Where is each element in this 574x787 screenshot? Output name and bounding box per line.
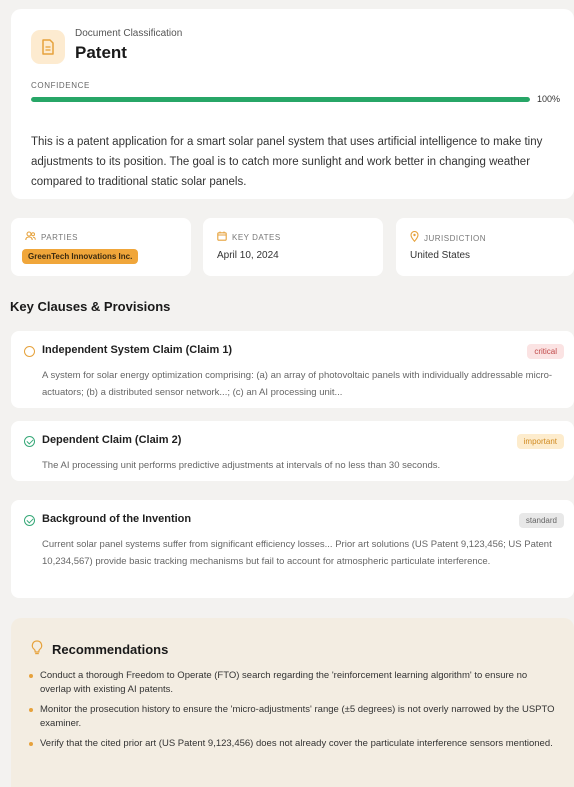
jurisdiction-value: United States bbox=[410, 250, 471, 261]
clause-title: Independent System Claim (Claim 1) bbox=[42, 344, 233, 356]
jurisdiction-card: JURISDICTION United States bbox=[396, 218, 574, 276]
parties-card: PARTIES GreenTech Innovations Inc. bbox=[11, 218, 191, 276]
key-dates-label: KEY DATES bbox=[232, 233, 281, 242]
jurisdiction-header: JURISDICTION bbox=[410, 230, 486, 245]
parties-label: PARTIES bbox=[41, 233, 78, 242]
classification-summary: This is a patent application for a smart… bbox=[31, 136, 543, 188]
clause-tag: standard bbox=[518, 513, 564, 528]
clause-title: Background of the Invention bbox=[42, 513, 192, 525]
classification-subtitle: Document Classification bbox=[75, 28, 183, 39]
recommendation-item: Conduct a thorough Freedom to Operate (F… bbox=[28, 669, 558, 697]
classification-card: Document Classification Patent CONFIDENC… bbox=[11, 9, 574, 199]
parties-header: PARTIES bbox=[25, 231, 78, 244]
clause-card[interactable]: Background of the Invention standard Cur… bbox=[11, 500, 574, 598]
key-date-value: April 10, 2024 bbox=[217, 250, 279, 261]
clauses-section-title: Key Clauses & Provisions bbox=[10, 299, 171, 314]
clause-tag: important bbox=[516, 434, 564, 449]
confidence-label: CONFIDENCE bbox=[31, 81, 90, 90]
confidence-value: 100% bbox=[537, 94, 561, 104]
party-badge[interactable]: GreenTech Innovations Inc. bbox=[22, 249, 139, 264]
circle-alert-icon bbox=[24, 346, 35, 357]
confidence-bar bbox=[31, 97, 530, 102]
document-icon bbox=[31, 30, 65, 64]
clause-text: The AI processing unit performs predicti… bbox=[42, 460, 441, 471]
lightbulb-icon bbox=[30, 640, 44, 656]
recommendation-item: Verify that the cited prior art (US Pate… bbox=[28, 737, 558, 751]
recommendations-card: Recommendations Conduct a thorough Freed… bbox=[11, 618, 574, 787]
classification-title: Patent bbox=[75, 43, 127, 62]
recommendations-list: Conduct a thorough Freedom to Operate (F… bbox=[28, 669, 558, 757]
clause-title: Dependent Claim (Claim 2) bbox=[42, 434, 182, 446]
key-dates-card: KEY DATES April 10, 2024 bbox=[203, 218, 383, 276]
circle-check-icon bbox=[24, 515, 35, 526]
clause-card[interactable]: Dependent Claim (Claim 2) important The … bbox=[11, 421, 574, 481]
circle-check-icon bbox=[24, 436, 35, 447]
location-pin-icon bbox=[410, 230, 419, 245]
recommendations-title: Recommendations bbox=[52, 642, 169, 657]
clause-text: A system for solar energy optimization c… bbox=[42, 370, 553, 398]
jurisdiction-label: JURISDICTION bbox=[424, 233, 486, 243]
key-dates-header: KEY DATES bbox=[217, 231, 281, 244]
users-icon bbox=[25, 231, 36, 244]
analysis-page: Document Classification Patent CONFIDENC… bbox=[0, 0, 574, 787]
clause-card[interactable]: Independent System Claim (Claim 1) criti… bbox=[11, 331, 574, 408]
confidence-bar-fill bbox=[31, 97, 530, 102]
clause-tag: critical bbox=[527, 344, 564, 359]
recommendation-item: Monitor the prosecution history to ensur… bbox=[28, 703, 558, 731]
clause-text: Current solar panel systems suffer from … bbox=[42, 539, 552, 567]
calendar-icon bbox=[217, 231, 227, 244]
